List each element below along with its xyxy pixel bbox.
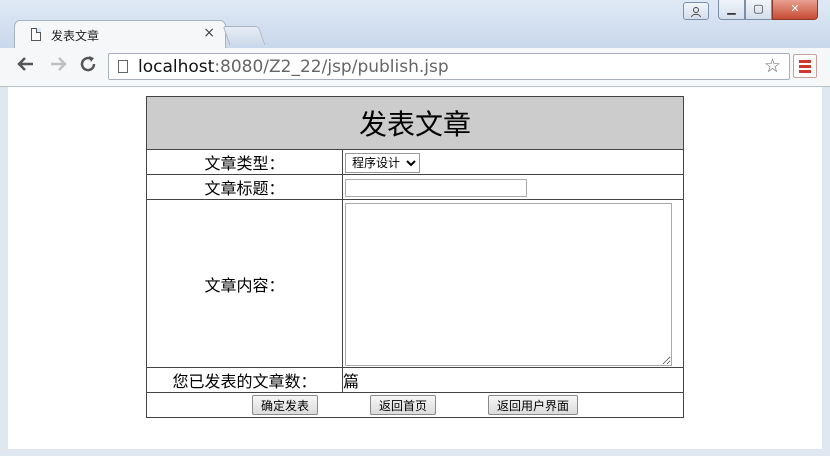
window-frame-right	[822, 87, 830, 456]
page-icon	[31, 28, 41, 41]
type-label: 文章类型：	[146, 149, 343, 175]
form-heading: 发表文章	[146, 96, 684, 150]
bookmark-star-icon[interactable]: ☆	[764, 55, 781, 77]
button-row: 确定发表 返回首页 返回用户界面	[146, 392, 684, 418]
tab-title: 发表文章	[51, 29, 100, 43]
title-cell	[342, 174, 684, 200]
title-bar: 发表文章 × ▁ ▢ ✕	[0, 0, 830, 49]
maximize-button[interactable]: ▢	[745, 0, 772, 20]
reload-icon[interactable]	[76, 54, 100, 78]
browser-toolbar: localhost:8080/Z2_22/jsp/publish.jsp ☆	[0, 48, 830, 87]
minimize-button[interactable]: ▁	[718, 0, 745, 20]
new-tab-button[interactable]	[222, 26, 266, 45]
article-count-value: 篇	[342, 367, 684, 393]
article-type-select[interactable]: 程序设计	[345, 152, 420, 173]
forward-arrow-icon[interactable]	[46, 54, 70, 78]
tab-close-icon[interactable]: ×	[203, 25, 215, 41]
window-frame-bottom	[0, 449, 830, 456]
content-label: 文章内容：	[146, 199, 343, 368]
title-label: 文章标题：	[146, 174, 343, 200]
window-frame-left	[0, 87, 8, 456]
chrome-menu-icon[interactable]	[793, 54, 817, 78]
count-label: 您已发表的文章数：	[146, 367, 343, 393]
publish-form-table: 发表文章 文章类型： 程序设计 文章标题： 文章内容： 您已发表的文章数： 篇	[146, 96, 684, 418]
return-home-button[interactable]: 返回首页	[369, 395, 436, 416]
address-bar[interactable]: localhost:8080/Z2_22/jsp/publish.jsp ☆	[108, 53, 790, 80]
url-text: localhost:8080/Z2_22/jsp/publish.jsp	[138, 57, 449, 77]
back-arrow-icon[interactable]	[14, 54, 38, 78]
close-window-button[interactable]: ✕	[772, 0, 818, 20]
url-path: :8080/Z2_22/jsp/publish.jsp	[214, 57, 449, 77]
type-cell: 程序设计	[342, 149, 684, 175]
url-host: localhost	[138, 57, 215, 77]
user-icon[interactable]	[683, 2, 709, 20]
tab-publish[interactable]: 发表文章 ×	[14, 20, 226, 49]
content-cell	[342, 199, 684, 368]
page-info-icon	[118, 60, 128, 73]
submit-article-button[interactable]: 确定发表	[251, 395, 318, 416]
page-viewport: 发表文章 文章类型： 程序设计 文章标题： 文章内容： 您已发表的文章数： 篇	[8, 87, 822, 449]
article-title-input[interactable]	[345, 178, 527, 197]
return-user-page-button[interactable]: 返回用户界面	[488, 395, 579, 416]
article-content-textarea[interactable]	[345, 202, 672, 366]
